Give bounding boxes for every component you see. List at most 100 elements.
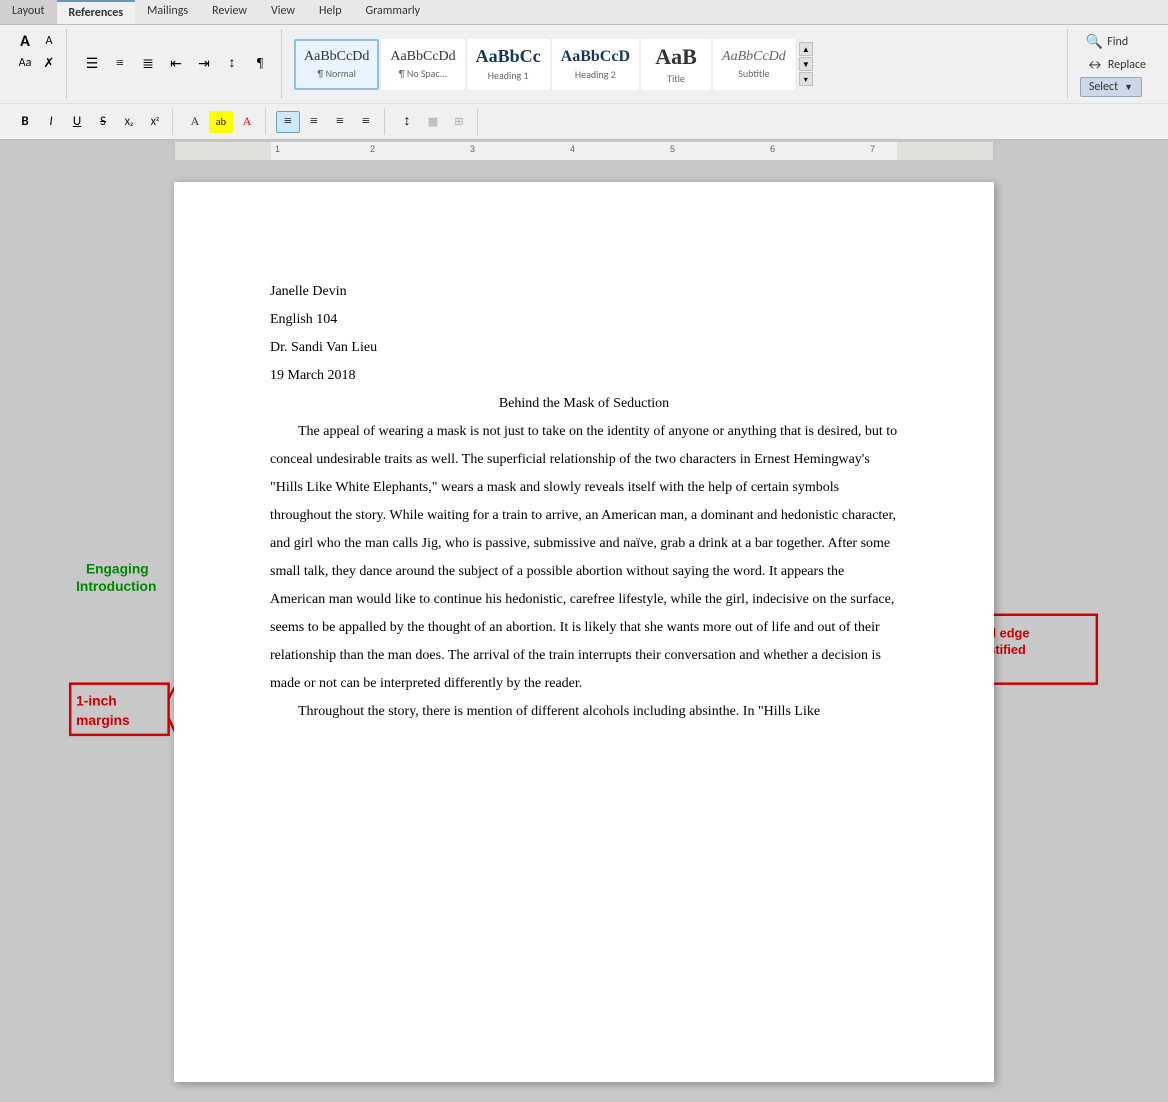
ruler-mark-7: 7 [870,144,875,154]
replace-label: Replace [1108,58,1146,72]
font-size-grow-btn[interactable]: A [14,31,36,51]
strikethrough-btn[interactable]: S [92,112,114,132]
clear-format-btn[interactable]: ✗ [38,53,60,73]
editing-group: 🔍 Find ↔ Replace Select ▼ [1072,29,1160,99]
replace-icon: ↔ [1086,56,1104,73]
style-normal-label: ¶ Normal [317,67,355,80]
find-label: Find [1107,35,1128,49]
ruler-margin-left [175,142,271,160]
tab-references[interactable]: References [57,0,136,24]
body-paragraph-2[interactable]: Throughout the story, there is mention o… [270,698,898,726]
tab-layout[interactable]: Layout [0,0,57,24]
replace-btn[interactable]: ↔ Replace [1080,54,1152,75]
styles-expand[interactable]: ▾ [799,72,813,86]
style-no-space-preview: AaBbCcDd [390,49,455,65]
align-justify-btn[interactable]: ≡ [354,111,378,133]
bold-btn[interactable]: B [14,112,36,132]
body-paragraph-1-text: The appeal of wearing a mask is not just… [270,424,897,691]
align-left-btn[interactable]: ≡ [276,111,300,133]
bullet-list-btn[interactable]: ☰ [79,52,105,76]
font-color-btn[interactable]: A [235,111,259,133]
style-no-space-label: ¶ No Spac... [399,67,448,80]
style-heading1[interactable]: AaBbCc Heading 1 [467,39,550,90]
style-normal[interactable]: AaBbCcDd ¶ Normal [294,39,379,90]
ribbon: Layout References Mailings Review View H… [0,0,1168,140]
styles-scrollbar[interactable]: ▲ ▼ ▾ [799,42,813,86]
subscript-btn[interactable]: X₂ [118,112,140,132]
margins-text1: 1-inch [76,693,117,708]
align-center-btn[interactable]: ≡ [302,111,326,133]
tab-mailings[interactable]: Mailings [135,0,200,24]
highlight-btn[interactable]: ab [209,111,233,133]
select-btn[interactable]: Select ▼ [1080,77,1142,97]
font-aa-btn[interactable]: Aa [14,53,36,73]
decrease-indent-btn[interactable]: ⇤ [163,52,189,76]
tab-help[interactable]: Help [307,0,354,24]
style-heading1-label: Heading 1 [488,69,529,82]
style-heading1-preview: AaBbCc [476,46,541,67]
select-label: Select [1089,80,1118,94]
borders-btn[interactable]: ⊞ [447,111,471,133]
ribbon-content-row2: B I U S X₂ X² A ab A ≡ ≡ ≡ ≡ ↕ ▩ ⊞ Parag… [0,103,1168,139]
ruler-mark-5: 5 [670,144,675,154]
multilevel-list-btn[interactable]: ≣ [135,52,161,76]
style-subtitle-preview: AaBbCcDd [722,49,786,65]
numbered-list-btn[interactable]: ≡ [107,52,133,76]
document-page[interactable]: Janelle Devin English 104 Dr. Sandi Van … [174,182,994,1082]
essay-body[interactable]: The appeal of wearing a mask is not just… [270,418,898,726]
style-subtitle[interactable]: AaBbCcDd Subtitle [713,39,795,90]
tab-grammarly[interactable]: Grammarly [354,0,433,24]
engaging-text2: Introduction [76,579,156,594]
ribbon-tab-row: Layout References Mailings Review View H… [0,0,1168,25]
ruler-mark-6: 6 [770,144,775,154]
font-size-shrink-btn[interactable]: A [38,31,60,51]
find-btn[interactable]: 🔍 Find [1080,31,1134,52]
styles-scroll-up[interactable]: ▲ [799,42,813,56]
align-right-btn[interactable]: ≡ [328,111,352,133]
style-heading2-preview: AaBbCcD [561,48,630,66]
find-icon: 🔍 [1086,33,1103,50]
course-line: English 104 [270,306,898,334]
increase-indent-btn[interactable]: ⇥ [191,52,217,76]
sort-btn[interactable]: ↕ [219,52,245,76]
styles-scroll-down[interactable]: ▼ [799,57,813,71]
ruler-bar: 1 2 3 4 5 6 7 [174,142,994,160]
style-normal-preview: AaBbCcDd [304,49,369,65]
style-heading2[interactable]: AaBbCcD Heading 2 [552,39,639,90]
font-size-group: A A Aa ✗ [8,29,67,99]
ruler-mark-2: 2 [370,144,375,154]
list-row: ☰ ≡ ≣ [79,52,161,76]
select-chevron-icon: ▼ [1124,82,1133,93]
ruler-mark-3: 3 [470,144,475,154]
tab-view[interactable]: View [259,0,307,24]
style-title-label: Title [667,72,685,85]
tab-review[interactable]: Review [200,0,259,24]
ruler-margin-right [897,142,993,160]
style-title-preview: AaB [655,44,697,70]
style-no-space[interactable]: AaBbCcDd ¶ No Spac... [381,39,464,90]
indent-row: ⇤ ⇥ ↕ ¶ [163,52,273,76]
text-color-btn[interactable]: A [183,111,207,133]
paragraph-align-group: ≡ ≡ ≡ ≡ [270,108,385,135]
styles-group: AaBbCcDd ¶ Normal AaBbCcDd ¶ No Spac... … [286,29,1068,99]
style-heading2-label: Heading 2 [575,68,616,81]
margins-text2: margins [76,713,130,728]
font-format-row: Aa ✗ [14,53,60,73]
date-line: 19 March 2018 [270,362,898,390]
shading-btn[interactable]: ▩ [421,111,445,133]
list-group: ☰ ≡ ≣ ⇤ ⇥ ↕ ¶ [71,29,282,99]
style-title[interactable]: AaB Title [641,39,711,90]
font-selector-group: B I U S X₂ X² [8,108,173,135]
ruler-mark-4: 4 [570,144,575,154]
superscript-btn[interactable]: X² [144,112,166,132]
mla-title-block: Behind the Mask of Seduction [270,390,898,418]
styles-items: AaBbCcDd ¶ Normal AaBbCcDd ¶ No Spac... … [294,39,795,90]
font-size-row: A A [14,31,60,51]
engaging-text1: Engaging [86,561,149,576]
show-marks-btn[interactable]: ¶ [247,52,273,76]
underline-btn[interactable]: U [66,112,88,132]
body-paragraph-1[interactable]: The appeal of wearing a mask is not just… [270,418,898,698]
document-area: MLA Format Title Format 1-inch margins [0,162,1168,1102]
line-spacing-btn[interactable]: ↕ [395,111,419,133]
italic-btn[interactable]: I [40,112,62,132]
